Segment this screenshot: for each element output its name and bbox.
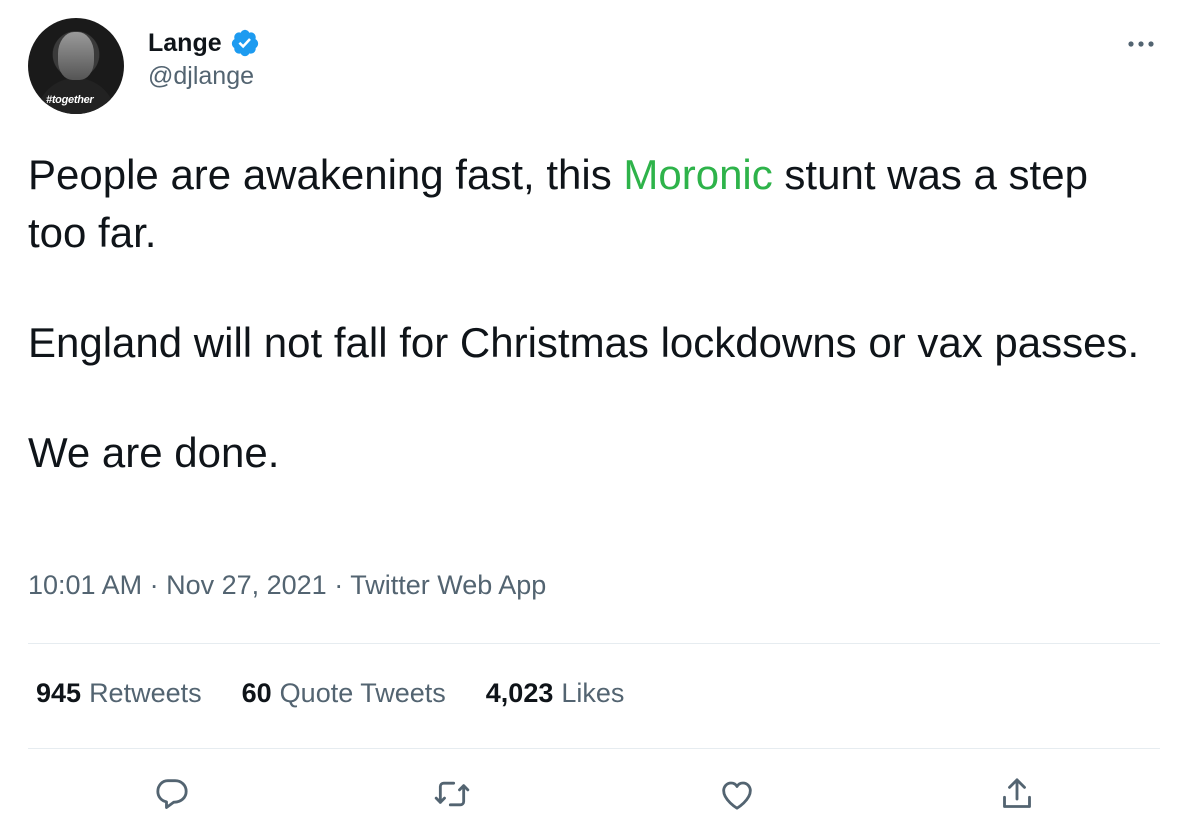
reply-button[interactable] bbox=[148, 770, 196, 818]
divider bbox=[28, 748, 1160, 749]
avatar[interactable]: #together bbox=[28, 18, 124, 114]
tweet-header: #together Lange @djlange bbox=[28, 18, 1166, 118]
retweet-icon bbox=[434, 781, 470, 807]
reply-icon bbox=[156, 779, 188, 809]
display-name[interactable]: Lange bbox=[148, 29, 222, 58]
quotes-count: 60 bbox=[241, 678, 272, 708]
quotes-stat[interactable]: 60 Quote Tweets bbox=[242, 678, 446, 709]
retweet-button[interactable] bbox=[428, 770, 476, 818]
tweet-text-part: People are awakening fast, this bbox=[28, 151, 624, 198]
tweet-paragraph-1: People are awakening fast, this Moronic … bbox=[28, 146, 1148, 262]
like-button[interactable] bbox=[713, 770, 761, 818]
tweet-paragraph-3: We are done. bbox=[28, 429, 280, 476]
verified-badge-icon bbox=[231, 29, 259, 57]
tweet-stats: 945 Retweets 60 Quote Tweets 4,023 Likes bbox=[36, 678, 624, 709]
avatar-face bbox=[58, 32, 94, 80]
user-handle[interactable]: @djlange bbox=[148, 62, 260, 91]
likes-count: 4,023 bbox=[485, 678, 554, 708]
retweets-stat[interactable]: 945 Retweets bbox=[36, 678, 202, 709]
more-options-icon[interactable] bbox=[1124, 32, 1158, 56]
divider bbox=[28, 643, 1160, 644]
tweet-paragraph-2: England will not fall for Christmas lock… bbox=[28, 319, 1140, 366]
share-icon bbox=[1003, 778, 1031, 808]
like-icon bbox=[722, 781, 752, 810]
retweets-count: 945 bbox=[36, 678, 82, 708]
share-button[interactable] bbox=[993, 770, 1041, 818]
retweets-label: Retweets bbox=[89, 678, 202, 708]
action-bar bbox=[0, 770, 1194, 830]
likes-stat[interactable]: 4,023 Likes bbox=[486, 678, 625, 709]
highlighted-word: Moronic bbox=[623, 151, 773, 198]
quotes-label: Quote Tweets bbox=[279, 678, 446, 708]
tweet-meta[interactable]: 10:01 AM · Nov 27, 2021 · Twitter Web Ap… bbox=[28, 570, 546, 601]
user-names: Lange @djlange bbox=[148, 28, 260, 91]
avatar-tag: #together bbox=[46, 94, 94, 106]
likes-label: Likes bbox=[561, 678, 625, 708]
tweet-text: People are awakening fast, this Moronic … bbox=[28, 146, 1148, 534]
